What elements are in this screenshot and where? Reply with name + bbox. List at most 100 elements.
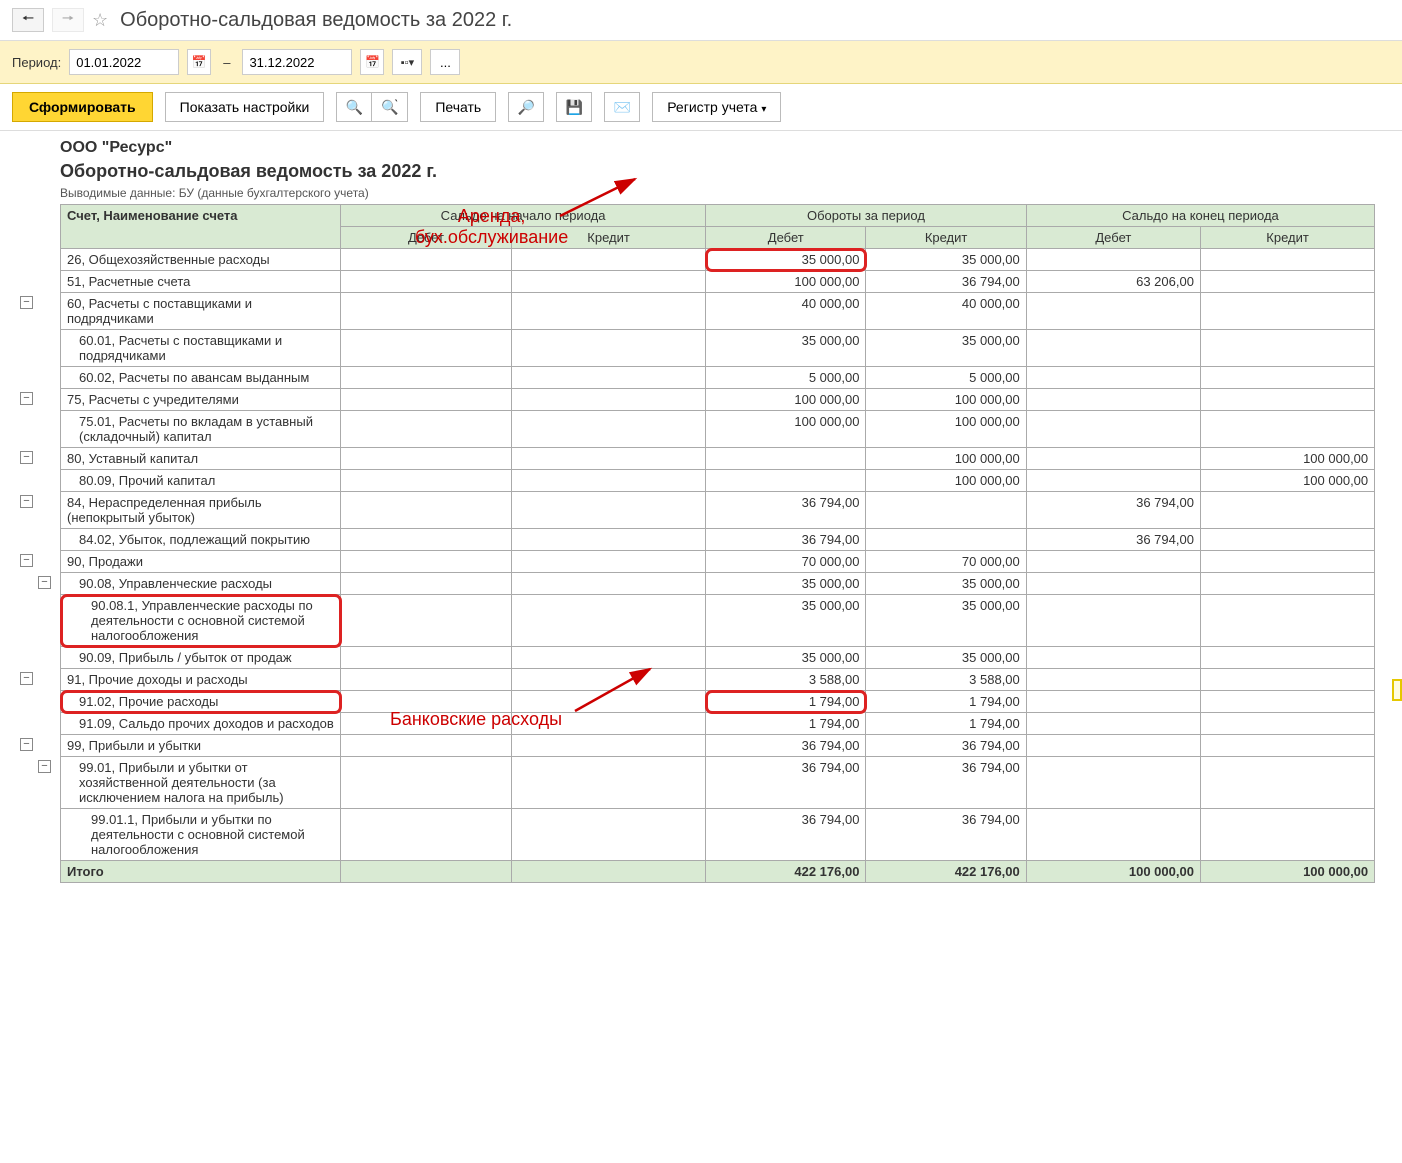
date-to-input[interactable] <box>242 49 352 75</box>
cd-cell <box>1026 249 1200 271</box>
account-cell: 99, Прибыли и убытки <box>61 735 341 757</box>
search-icon[interactable]: 🔍 <box>336 92 372 122</box>
td-cell: 35 000,00 <box>706 647 866 669</box>
account-cell: 60.02, Расчеты по авансам выданным <box>61 367 341 389</box>
generate-button[interactable]: Сформировать <box>12 92 153 122</box>
cc-cell <box>1200 735 1374 757</box>
col-tc: Кредит <box>866 227 1026 249</box>
report-title: Оборотно-сальдовая ведомость за 2022 г. <box>60 161 1402 182</box>
account-cell: 26, Общехозяйственные расходы <box>61 249 341 271</box>
od-cell <box>341 249 512 271</box>
table-row[interactable]: 51, Расчетные счета 100 000,00 36 794,00… <box>61 271 1375 293</box>
td-cell: 100 000,00 <box>706 389 866 411</box>
tree-collapse-icon[interactable]: − <box>20 672 33 685</box>
table-row[interactable]: 60.02, Расчеты по авансам выданным 5 000… <box>61 367 1375 389</box>
tree-collapse-icon[interactable]: − <box>38 760 51 773</box>
table-row[interactable]: 75.01, Расчеты по вкладам в уставный (ск… <box>61 411 1375 448</box>
table-row[interactable]: 75, Расчеты с учредителями 100 000,00 10… <box>61 389 1375 411</box>
cd-cell: 36 794,00 <box>1026 492 1200 529</box>
cc-cell <box>1200 713 1374 735</box>
table-row[interactable]: 26, Общехозяйственные расходы 35 000,00 … <box>61 249 1375 271</box>
date-from-input[interactable] <box>69 49 179 75</box>
cd-cell <box>1026 809 1200 861</box>
print-preview-icon[interactable]: 🔎 <box>508 92 544 122</box>
tc-cell: 36 794,00 <box>866 271 1026 293</box>
table-row[interactable]: 60.01, Расчеты с поставщиками и подрядчи… <box>61 330 1375 367</box>
od-cell <box>341 595 512 647</box>
cc-cell <box>1200 249 1374 271</box>
total-cd: 100 000,00 <box>1026 861 1200 883</box>
oc-cell <box>511 647 705 669</box>
favorite-icon[interactable]: ☆ <box>92 10 108 31</box>
page-title: Оборотно-сальдовая ведомость за 2022 г. <box>120 9 512 32</box>
tree-collapse-icon[interactable]: − <box>38 576 51 589</box>
od-cell <box>341 330 512 367</box>
tree-collapse-icon[interactable]: − <box>20 495 33 508</box>
col-cc: Кредит <box>1200 227 1374 249</box>
table-row[interactable]: 90.08.1, Управленческие расходы по деяте… <box>61 595 1375 647</box>
print-button[interactable]: Печать <box>420 92 496 122</box>
table-row[interactable]: 84, Нераспределенная прибыль (непокрытый… <box>61 492 1375 529</box>
search-next-icon[interactable]: 🔍̀ <box>372 92 408 122</box>
tc-cell <box>866 492 1026 529</box>
cd-cell <box>1026 367 1200 389</box>
account-cell: 90, Продажи <box>61 551 341 573</box>
oc-cell <box>511 492 705 529</box>
oc-cell <box>511 713 705 735</box>
oc-cell <box>511 669 705 691</box>
table-row[interactable]: 90.08, Управленческие расходы 35 000,00 … <box>61 573 1375 595</box>
calendar-to-icon[interactable]: 📅 <box>360 49 384 75</box>
td-cell: 100 000,00 <box>706 411 866 448</box>
table-row[interactable]: 99, Прибыли и убытки 36 794,00 36 794,00 <box>61 735 1375 757</box>
table-row[interactable]: 99.01, Прибыли и убытки от хозяйственной… <box>61 757 1375 809</box>
td-cell: 100 000,00 <box>706 271 866 293</box>
tree-collapse-icon[interactable]: − <box>20 392 33 405</box>
table-row[interactable]: 91.02, Прочие расходы 1 794,00 1 794,00 <box>61 691 1375 713</box>
cc-cell <box>1200 492 1374 529</box>
account-cell: 91, Прочие доходы и расходы <box>61 669 341 691</box>
tree-collapse-icon[interactable]: − <box>20 554 33 567</box>
email-icon[interactable]: ✉️ <box>604 92 640 122</box>
save-icon[interactable]: 💾 <box>556 92 592 122</box>
tree-collapse-icon[interactable]: − <box>20 738 33 751</box>
td-cell: 36 794,00 <box>706 492 866 529</box>
calendar-from-icon[interactable]: 📅 <box>187 49 211 75</box>
tree-collapse-icon[interactable]: − <box>20 451 33 464</box>
cc-cell <box>1200 595 1374 647</box>
account-cell: 99.01.1, Прибыли и убытки по деятельност… <box>61 809 341 861</box>
cc-cell: 100 000,00 <box>1200 448 1374 470</box>
table-row[interactable]: 90, Продажи 70 000,00 70 000,00 <box>61 551 1375 573</box>
range-preset-button[interactable]: ▪▫▾ <box>392 49 422 75</box>
table-row[interactable]: 99.01.1, Прибыли и убытки по деятельност… <box>61 809 1375 861</box>
table-row[interactable]: 80, Уставный капитал 100 000,00 100 000,… <box>61 448 1375 470</box>
oc-cell <box>511 757 705 809</box>
toolbar: Сформировать Показать настройки 🔍 🔍̀ Печ… <box>0 84 1402 131</box>
td-cell: 36 794,00 <box>706 757 866 809</box>
register-button[interactable]: Регистр учета▾ <box>652 92 781 122</box>
chevron-down-icon: ▾ <box>761 104 766 115</box>
show-settings-button[interactable]: Показать настройки <box>165 92 325 122</box>
oc-cell <box>511 735 705 757</box>
col-od: Дебет <box>341 227 512 249</box>
back-button[interactable]: 🠔 <box>12 8 44 32</box>
table-row[interactable]: 60, Расчеты с поставщиками и подрядчикам… <box>61 293 1375 330</box>
table-row[interactable]: 90.09, Прибыль / убыток от продаж 35 000… <box>61 647 1375 669</box>
od-cell <box>341 293 512 330</box>
table-row[interactable]: 84.02, Убыток, подлежащий покрытию 36 79… <box>61 529 1375 551</box>
table-row[interactable]: 80.09, Прочий капитал 100 000,00 100 000… <box>61 470 1375 492</box>
titlebar: 🠔 🠖 ☆ Оборотно-сальдовая ведомость за 20… <box>0 0 1402 41</box>
table-row[interactable]: 91.09, Сальдо прочих доходов и расходов … <box>61 713 1375 735</box>
period-more-button[interactable]: ... <box>430 49 460 75</box>
forward-button[interactable]: 🠖 <box>52 8 84 32</box>
tree-collapse-icon[interactable]: − <box>20 296 33 309</box>
cc-cell <box>1200 411 1374 448</box>
cd-cell <box>1026 757 1200 809</box>
od-cell <box>341 470 512 492</box>
cc-cell <box>1200 809 1374 861</box>
td-cell: 40 000,00 <box>706 293 866 330</box>
cd-cell <box>1026 735 1200 757</box>
table-row[interactable]: 91, Прочие доходы и расходы 3 588,00 3 5… <box>61 669 1375 691</box>
cc-cell <box>1200 367 1374 389</box>
cc-cell <box>1200 757 1374 809</box>
td-cell: 5 000,00 <box>706 367 866 389</box>
